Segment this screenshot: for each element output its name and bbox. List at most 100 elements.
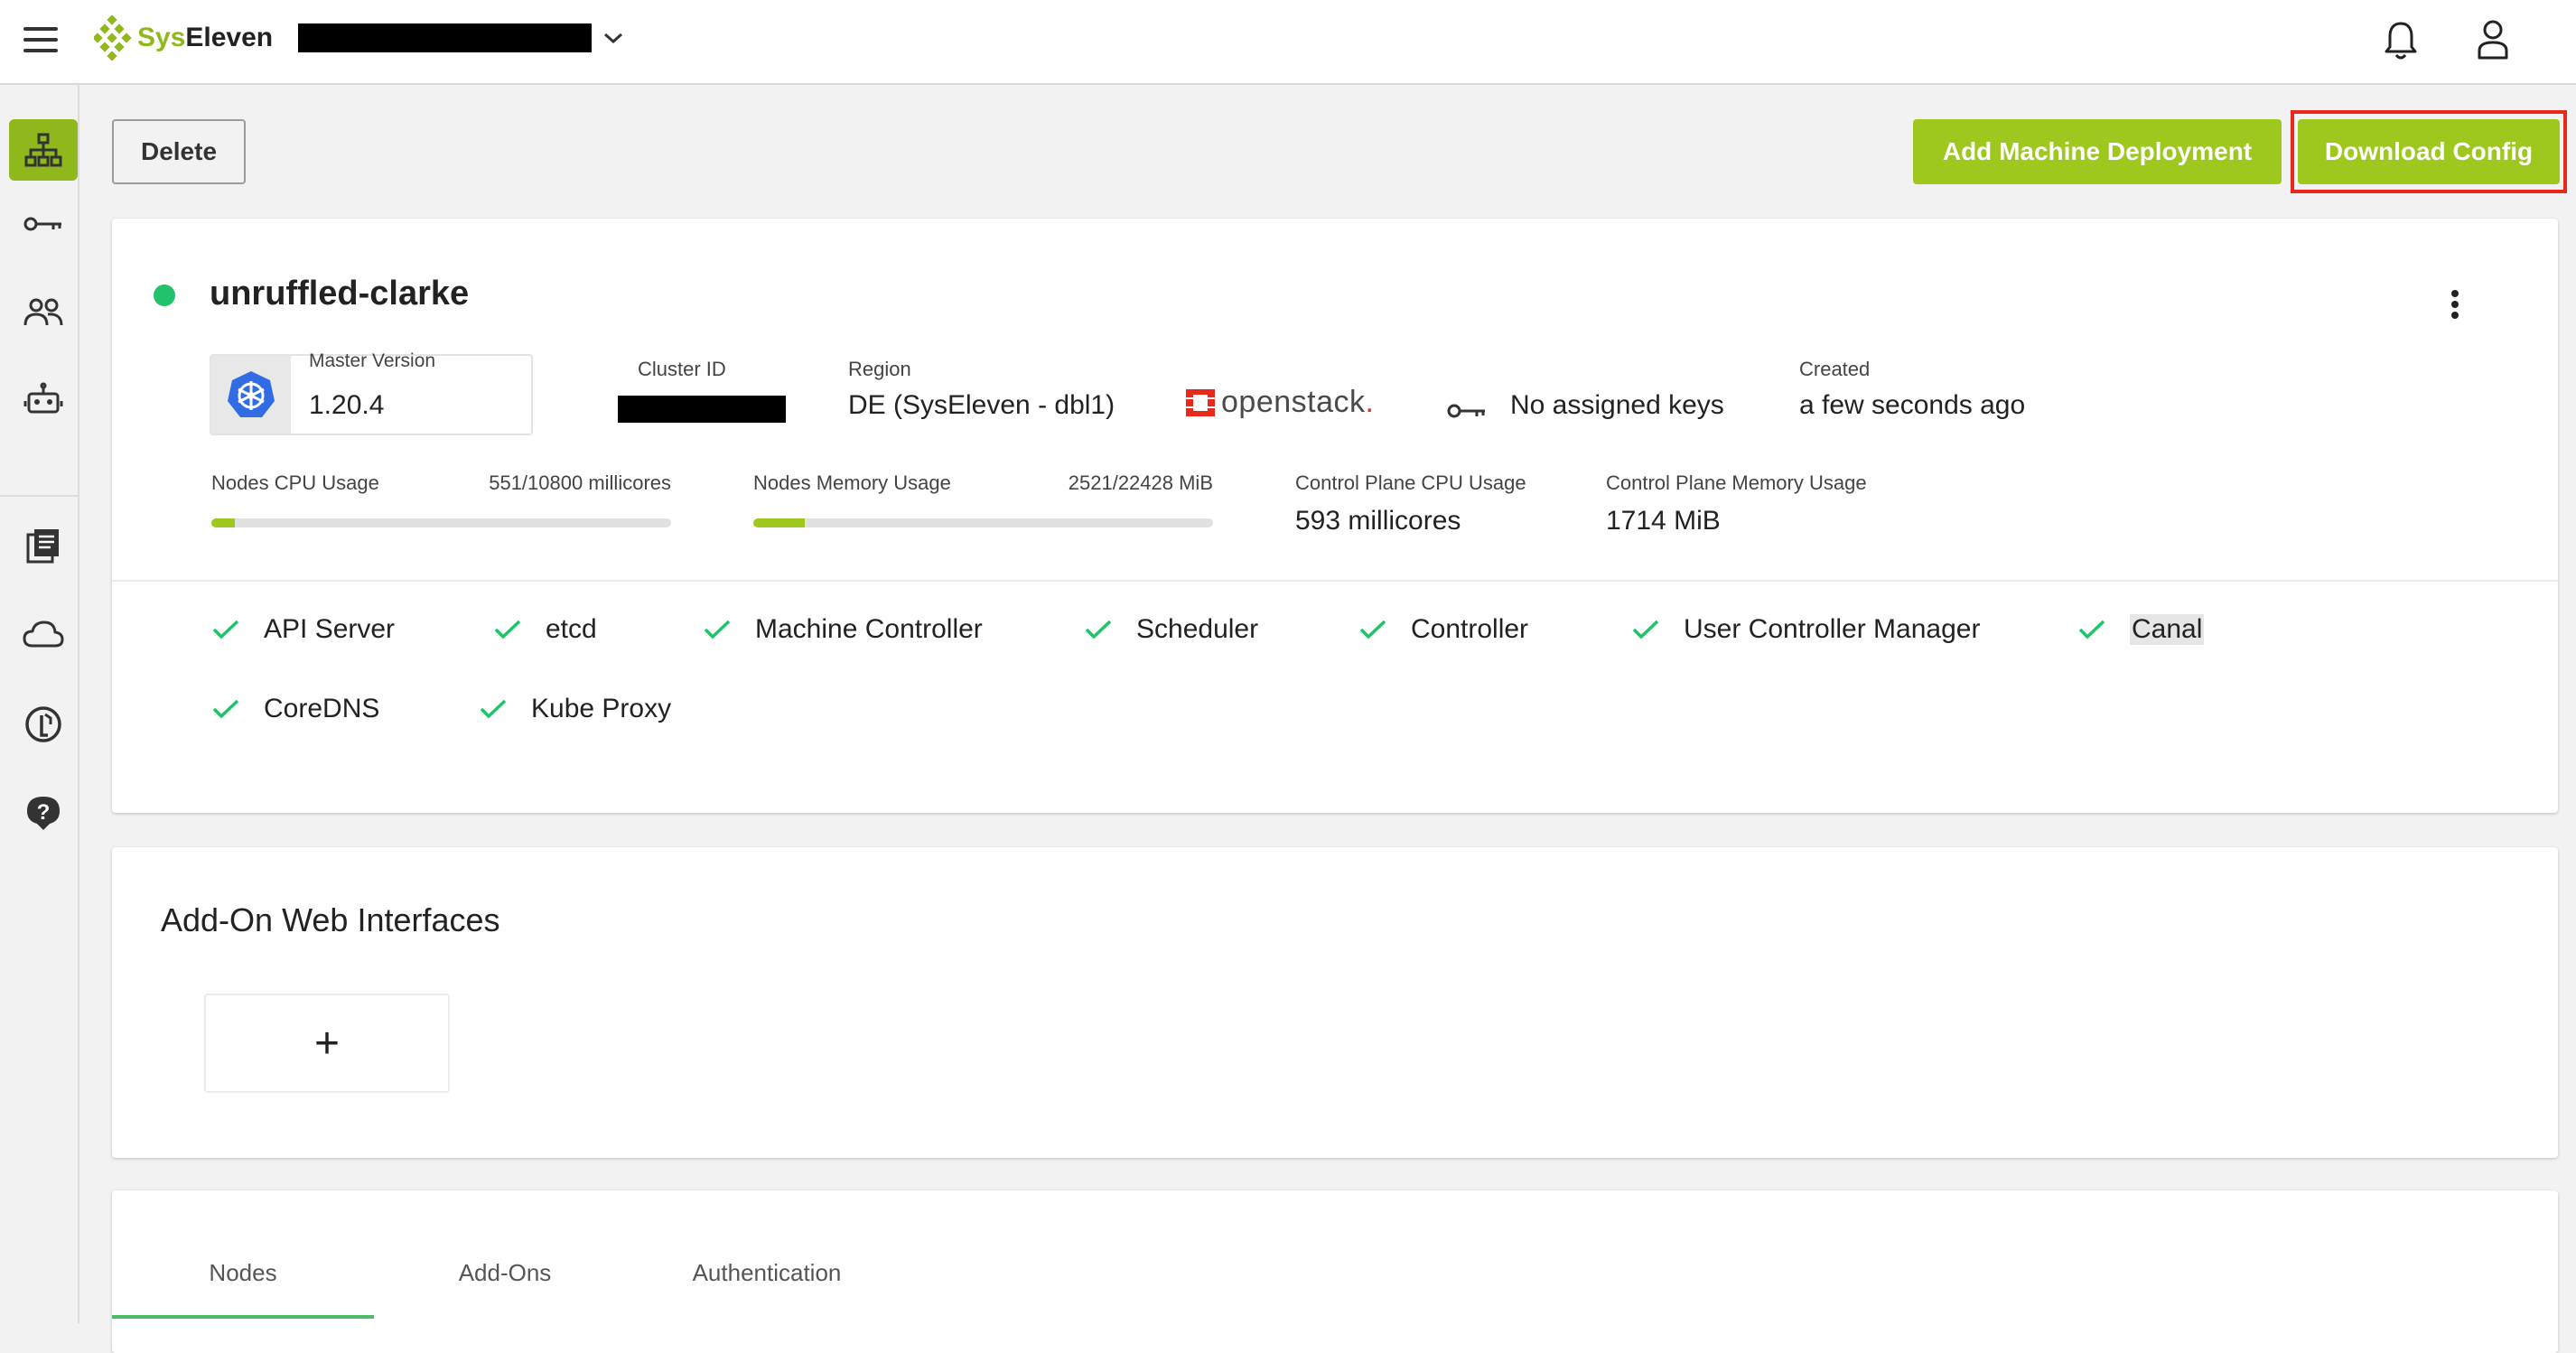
chevron-down-icon [604,33,622,44]
svg-text:?: ? [37,800,51,825]
openstack-icon [1186,388,1215,416]
brand-name-eleven: Eleven [185,23,274,52]
provider-name: openstack [1221,385,1366,419]
nodes-cpu-usage-label: Nodes CPU Usage [211,471,379,494]
cloud-icon [23,621,64,648]
key-icon [1447,404,1485,418]
nodes-cpu-usage-value: 551/10800 millicores [489,471,671,494]
nav-clusters[interactable] [9,119,78,181]
kubernetes-icon [228,371,275,417]
cluster-details-card: unruffled-clarke Master Version 1.20.4 C… [112,219,2558,813]
tab-add-ons[interactable]: Add-Ons [374,1259,636,1287]
provider-logo: openstack. [1183,385,1374,420]
info-icon [25,706,61,742]
health-item-label: API Server [264,614,396,644]
check-icon [2078,620,2105,639]
hamburger-menu-icon[interactable] [23,27,60,54]
health-item-scheduler: Scheduler [1084,614,1258,645]
health-item-label: Controller [1411,614,1529,644]
cluster-id-redacted [618,396,786,423]
health-item-canal: Canal [2077,614,2205,645]
nodes-memory-usage-bar [753,518,1213,527]
nav-about[interactable] [9,694,78,755]
check-icon [1085,620,1112,639]
addon-web-interfaces-title: Add-On Web Interfaces [161,901,500,938]
user-icon[interactable] [2475,18,2511,61]
created-label: Created [1799,358,1871,380]
cluster-name: unruffled-clarke [210,275,470,313]
nav-members[interactable] [9,282,78,343]
health-item-controller: Controller [1358,614,1528,645]
help-icon: ? [27,797,60,830]
region-label: Region [848,358,911,380]
health-item-api-server: API Server [211,614,395,645]
nodes-memory-usage-value: 2521/22428 MiB [1068,471,1213,494]
nodes-cpu-usage-bar [211,518,671,527]
master-version-box[interactable]: Master Version 1.20.4 [210,350,533,435]
active-tab-indicator [112,1315,374,1319]
sidebar-divider [0,495,78,497]
health-item-etcd: etcd [493,614,597,645]
tab-nodes[interactable]: Nodes [112,1259,374,1287]
health-item-label: CoreDNS [264,694,380,723]
project-selector[interactable] [298,23,624,52]
syseleven-logo-mark [94,14,132,61]
cluster-card-divider [112,580,2558,582]
brand-name: SysEleven [137,23,273,53]
nav-service-accounts[interactable] [9,369,78,430]
brand-name-sys: Sys [137,23,186,52]
health-item-kube-proxy: Kube Proxy [479,694,671,724]
check-icon [212,699,239,719]
nodes-memory-usage-label: Nodes Memory Usage [753,471,951,494]
nav-ssh-keys[interactable] [9,193,78,255]
control-plane-cpu-value: 593 millicores [1295,506,1461,536]
nav-help[interactable]: ? [9,782,78,844]
ssh-keys-value[interactable]: No assigned keys [1510,390,1724,421]
addon-web-interfaces-card: Add-On Web Interfaces + [112,847,2558,1158]
robot-icon [23,382,63,414]
members-icon [23,298,63,326]
add-machine-deployment-button[interactable]: Add Machine Deployment [1913,119,2282,184]
nodes-cpu-usage-fill [211,518,235,527]
master-version-label: Master Version [309,350,436,371]
cluster-status-indicator [154,285,175,306]
cluster-tabs-card: Nodes Add-Ons Authentication [112,1190,2558,1353]
nodes-memory-usage-fill [753,518,805,527]
health-item-label: etcd [546,614,597,644]
key-icon [23,217,61,231]
kubernetes-logo-tile [211,356,291,434]
add-addon-button[interactable]: + [204,994,450,1093]
sidebar: ? [0,85,79,1323]
tab-authentication[interactable]: Authentication [636,1259,898,1287]
health-item-label: Kube Proxy [531,694,672,723]
health-item-user-controller-manager: User Controller Manager [1631,614,1980,645]
provider-name-suffix: . [1365,385,1374,419]
check-icon [1359,620,1386,639]
control-plane-memory-label: Control Plane Memory Usage [1606,471,1867,494]
check-icon [1632,620,1659,639]
health-item-label: Canal [2130,614,2205,645]
check-icon [480,699,507,719]
check-icon [704,620,731,639]
check-icon [494,620,521,639]
cluster-hierarchy-icon [24,133,62,167]
nav-documentation[interactable] [9,515,78,576]
health-item-label: Machine Controller [755,614,983,644]
download-config-highlight [2291,110,2567,193]
created-value: a few seconds ago [1799,390,2026,420]
delete-cluster-button[interactable]: Delete [112,119,246,184]
health-item-label: Scheduler [1136,614,1259,644]
health-item-label: User Controller Manager [1684,614,1981,644]
top-bar: SysEleven [0,0,2576,85]
more-vert-icon[interactable] [2450,289,2460,320]
docs-icon [26,529,59,564]
control-plane-cpu-label: Control Plane CPU Usage [1295,471,1526,494]
syseleven-logo[interactable]: SysEleven [94,11,273,65]
check-icon [212,620,239,639]
health-item-machine-controller: Machine Controller [703,614,983,645]
bell-icon[interactable] [2383,20,2419,61]
control-plane-memory-value: 1714 MiB [1606,506,1721,536]
region-value: DE (SysEleven - dbl1) [848,390,1115,420]
nav-cloud[interactable] [9,603,78,665]
health-item-coredns: CoreDNS [211,694,379,724]
